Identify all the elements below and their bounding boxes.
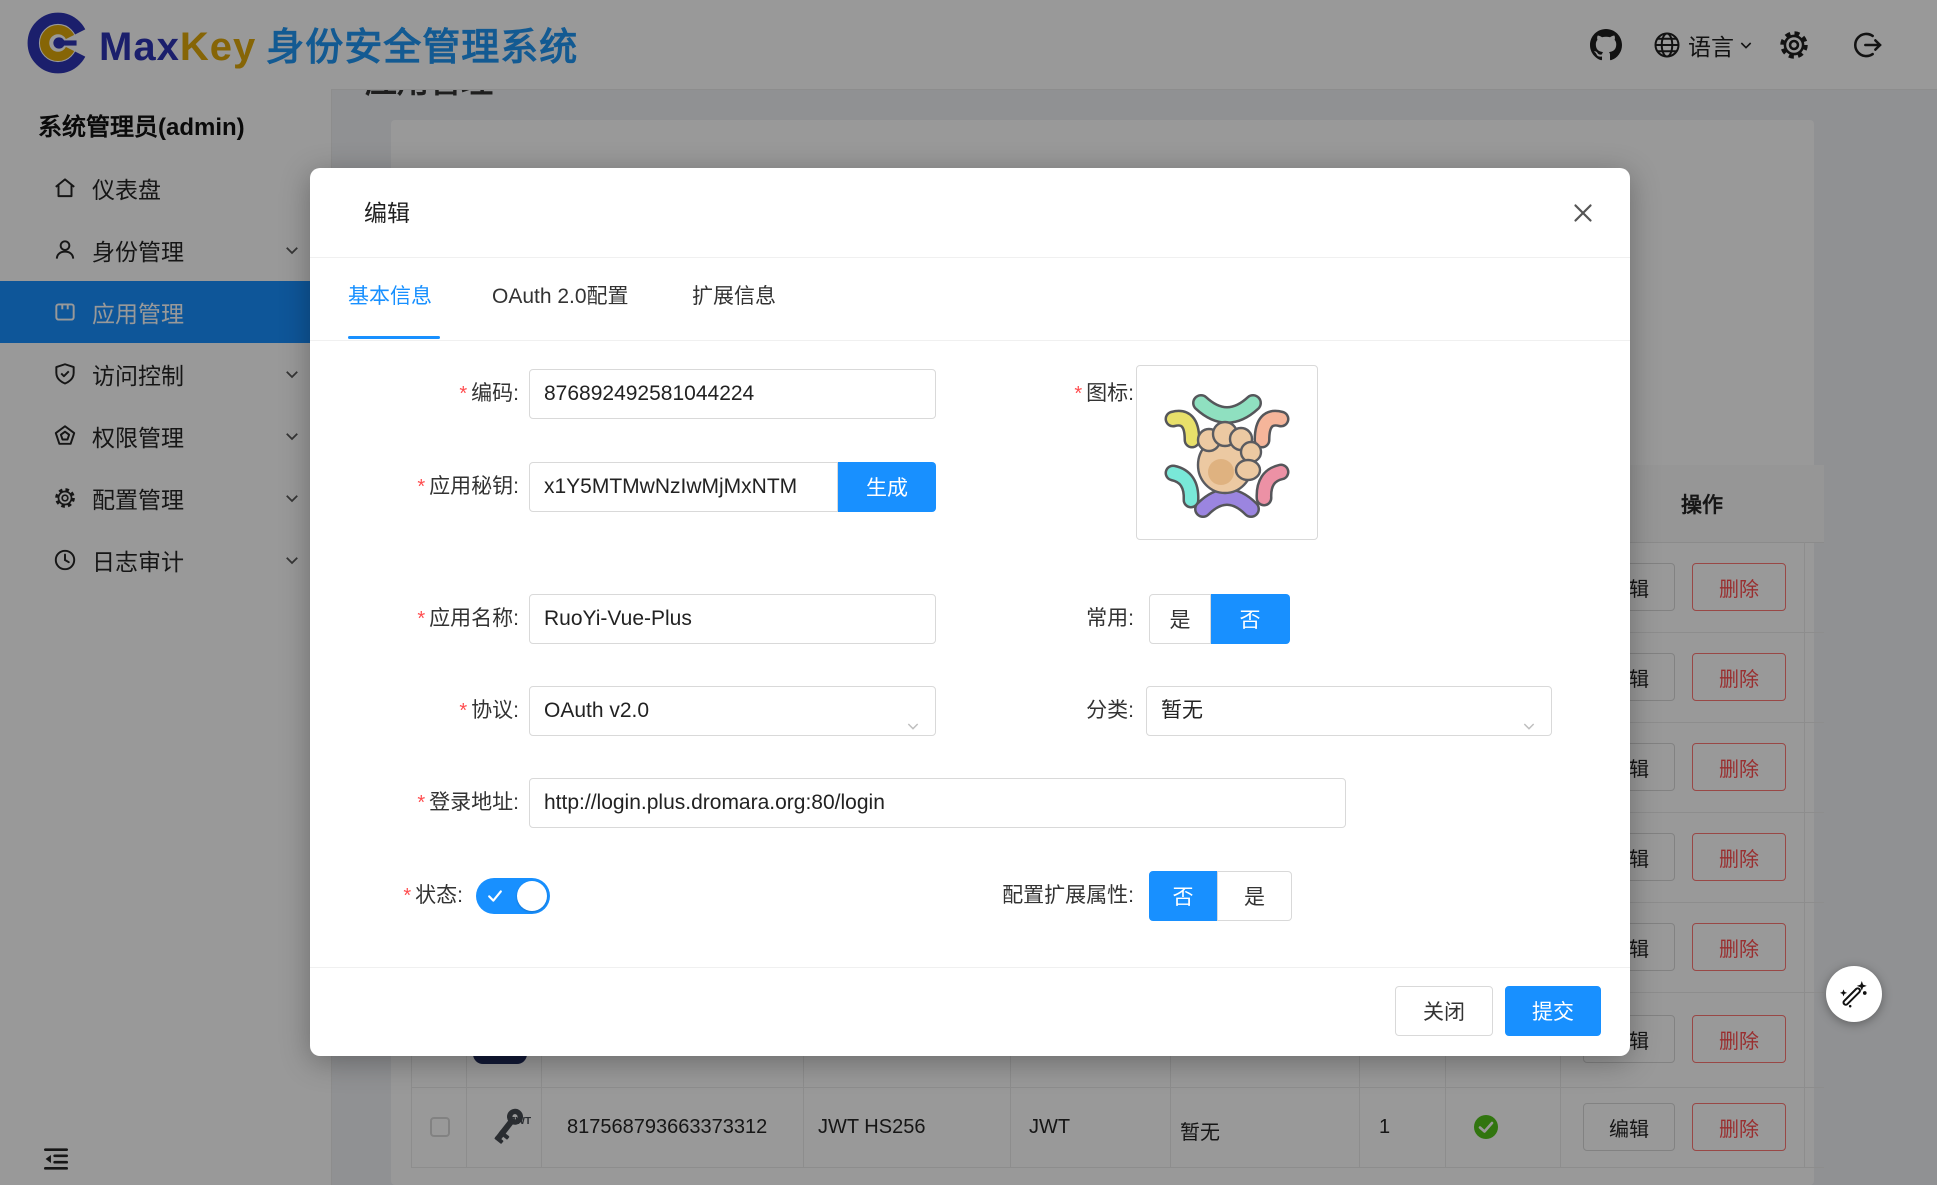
login-url-label: *登录地址: [310, 778, 519, 828]
dialog-title: 编辑 [364, 194, 410, 228]
magic-wand-icon [1837, 977, 1871, 1011]
secret-label: *应用秘钥: [310, 462, 519, 512]
tab-oauth-config[interactable]: OAuth 2.0配置 [492, 280, 629, 310]
extended-attrs-label: 配置扩展属性: [910, 871, 1134, 921]
login-url-input[interactable] [529, 778, 1346, 828]
code-input[interactable] [529, 369, 936, 419]
frequent-label: 常用: [910, 594, 1134, 644]
required-mark: * [403, 885, 411, 907]
toggle-knob [517, 881, 547, 911]
screen: 应用管理 操作 编辑 删除 编辑 删除 编辑 [0, 0, 1937, 1185]
app-name-input[interactable] [529, 594, 936, 644]
edit-dialog: 编辑 基本信息 OAuth 2.0配置 扩展信息 *编码: *图标: [310, 168, 1630, 1056]
category-select[interactable]: 暂无 [1146, 686, 1552, 736]
protocol-select[interactable]: OAuth v2.0 [529, 686, 936, 736]
required-mark: * [459, 700, 467, 722]
dialog-submit-button[interactable]: 提交 [1505, 986, 1601, 1036]
required-mark: * [417, 476, 425, 498]
code-label: *编码: [310, 369, 519, 419]
dialog-cancel-button[interactable]: 关闭 [1395, 986, 1493, 1036]
fist-app-icon [1147, 373, 1307, 533]
close-icon [1568, 198, 1598, 228]
frequent-option-no[interactable]: 否 [1211, 594, 1290, 644]
required-mark: * [1074, 383, 1082, 405]
required-mark: * [417, 608, 425, 630]
active-tab-indicator [348, 336, 440, 339]
divider [310, 340, 1630, 341]
app-icon-preview[interactable] [1136, 365, 1318, 540]
app-name-label: *应用名称: [310, 594, 519, 644]
dialog-close-button[interactable] [1568, 198, 1598, 228]
status-label: *状态: [310, 871, 463, 921]
category-select-value: 暂无 [1161, 699, 1203, 722]
check-icon [485, 886, 505, 906]
chevron-down-icon [1521, 704, 1537, 752]
icon-label: *图标: [910, 369, 1134, 419]
status-toggle[interactable] [476, 878, 550, 914]
divider [310, 257, 1630, 258]
category-label: 分类: [910, 686, 1134, 736]
protocol-label: *协议: [310, 686, 519, 736]
frequent-toggle-group: 是 否 [1149, 594, 1290, 644]
divider [310, 967, 1630, 968]
extended-toggle-group: 否 是 [1149, 871, 1292, 921]
extended-option-yes[interactable]: 是 [1217, 871, 1292, 921]
required-mark: * [417, 792, 425, 814]
frequent-option-yes[interactable]: 是 [1149, 594, 1211, 644]
tab-extended-info[interactable]: 扩展信息 [692, 280, 776, 310]
required-mark: * [459, 383, 467, 405]
tab-basic-info[interactable]: 基本信息 [348, 280, 432, 310]
extended-option-no[interactable]: 否 [1149, 871, 1217, 921]
generate-secret-button[interactable]: 生成 [838, 462, 936, 512]
protocol-select-value: OAuth v2.0 [544, 699, 649, 722]
magic-wand-fab[interactable] [1826, 966, 1882, 1022]
secret-input[interactable] [529, 462, 838, 512]
